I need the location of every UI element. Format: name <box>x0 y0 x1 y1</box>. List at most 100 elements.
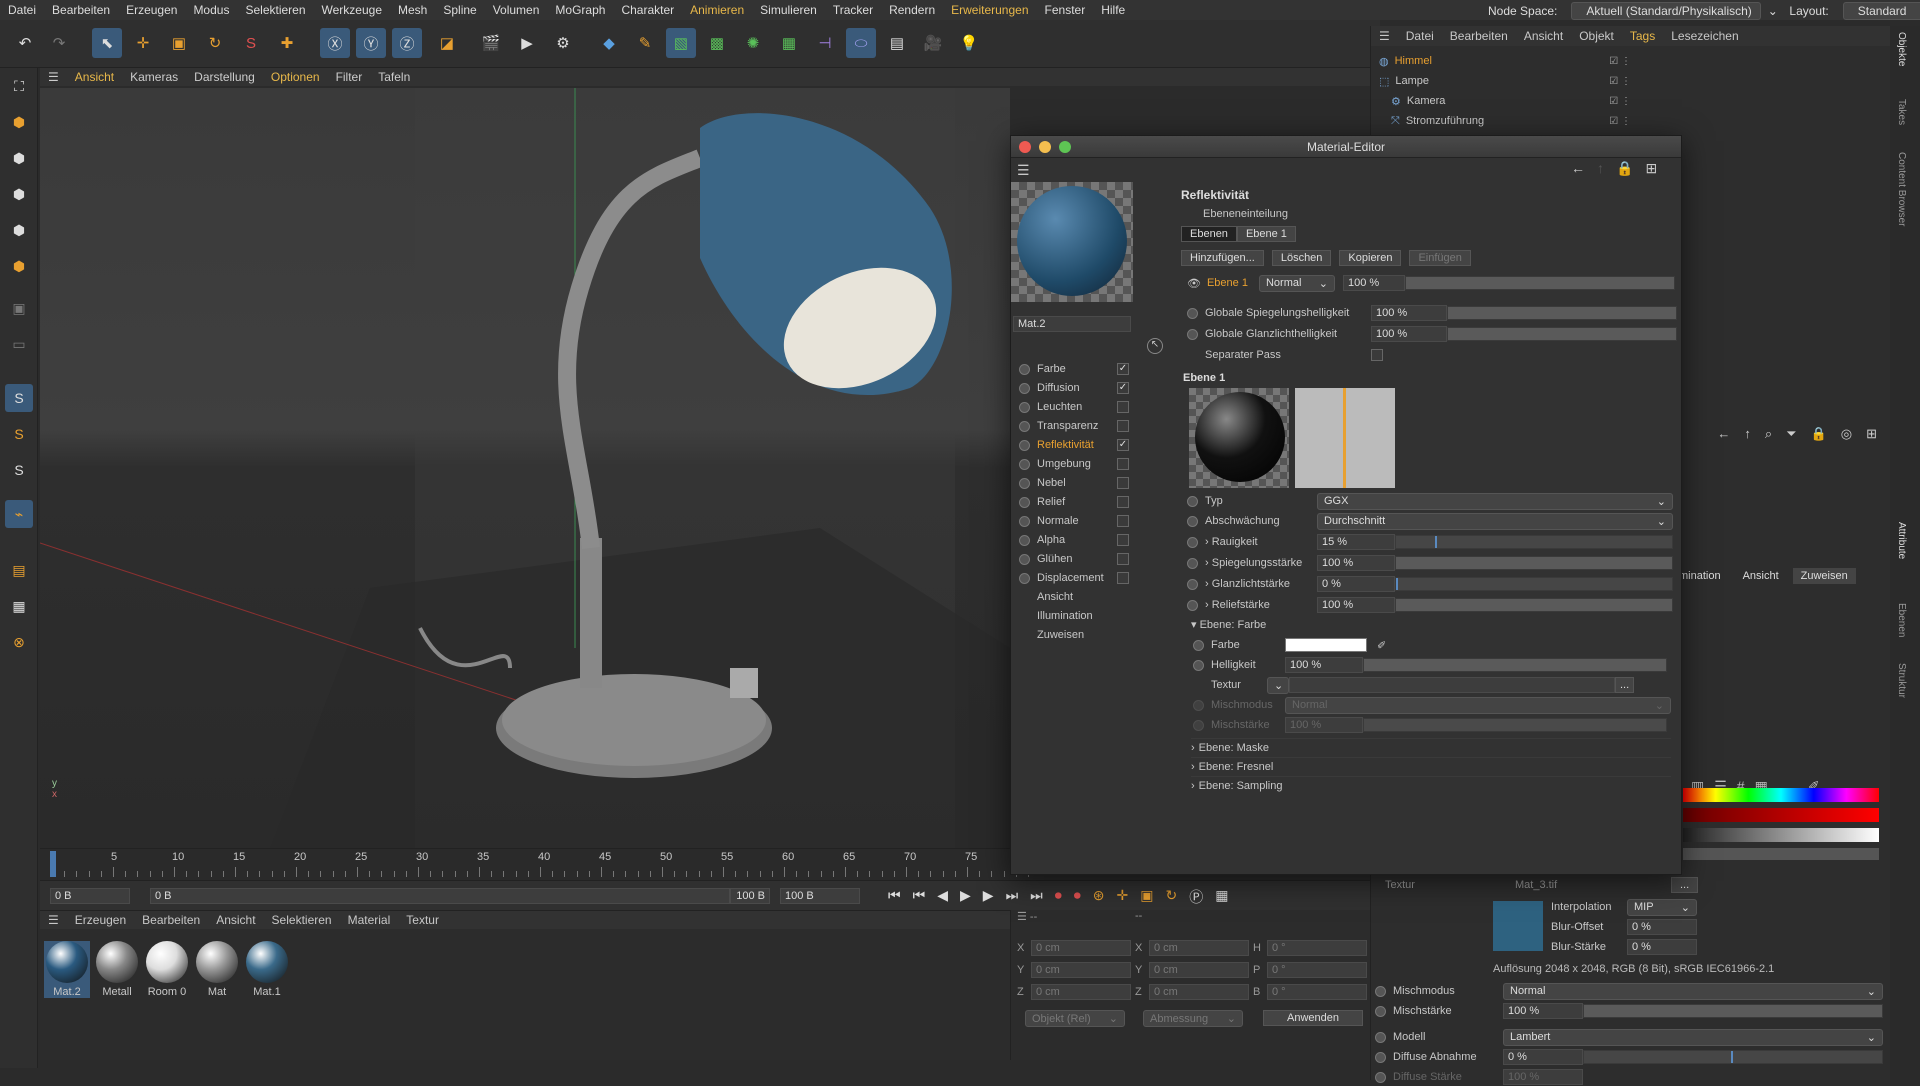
object-menu-objekt[interactable]: Objekt <box>1571 29 1622 43</box>
scale-tool-icon[interactable]: ▣ <box>164 28 194 58</box>
next-key-icon[interactable]: ⏭ <box>1006 887 1019 907</box>
menu-item-charakter[interactable]: Charakter <box>613 3 682 17</box>
menu-item-hilfe[interactable]: Hilfe <box>1093 3 1133 17</box>
vertical-tab-4[interactable]: Ebenen <box>1896 603 1907 637</box>
magnet-icon[interactable]: ⌁ <box>5 500 33 528</box>
channel-alpha[interactable]: Alpha <box>1019 531 1129 549</box>
channel-checkbox[interactable]: ✓ <box>1117 439 1129 451</box>
coord-mode-dropdown[interactable]: Objekt (Rel) ⌄ <box>1025 1010 1125 1027</box>
glob-gloss-field[interactable]: 100 % <box>1371 326 1447 342</box>
editor-menu-icon[interactable]: ☰ <box>1017 162 1030 179</box>
channel-umgebung[interactable]: Umgebung <box>1019 455 1129 473</box>
texture-mode-icon[interactable]: ⬢ <box>5 144 33 172</box>
uv-mode-icon[interactable]: ▣ <box>5 294 33 322</box>
channel-radio[interactable] <box>1019 515 1030 527</box>
sep-pass-checkbox[interactable] <box>1371 349 1383 361</box>
render-settings-icon[interactable]: ⚙ <box>548 28 578 58</box>
model-mode-icon[interactable]: ⬢ <box>5 108 33 136</box>
3d-viewport[interactable]: yx <box>40 88 1010 848</box>
modell-radio[interactable] <box>1375 1031 1386 1043</box>
vertical-tab-5[interactable]: Struktur <box>1896 663 1907 698</box>
channel-diffusion[interactable]: Diffusion ✓ <box>1019 379 1129 397</box>
object-row[interactable]: ⤧ Stromzuführung ☑ ⋮ <box>1391 112 1631 130</box>
target-icon[interactable]: ◎ <box>1841 426 1852 446</box>
red-bar[interactable] <box>1683 808 1879 822</box>
cloner-icon[interactable]: ✺ <box>738 28 768 58</box>
size-y-field[interactable]: 0 cm <box>1149 962 1249 978</box>
menu-item-modus[interactable]: Modus <box>185 3 237 17</box>
channel-normale[interactable]: Normale <box>1019 512 1129 530</box>
channel-reflektivität[interactable]: Reflektivität ✓ <box>1019 436 1129 454</box>
size-z-field[interactable]: 0 cm <box>1149 984 1249 1000</box>
go-start-icon[interactable]: ⏮ <box>888 887 901 907</box>
material-menu-erzeugen[interactable]: Erzeugen <box>67 913 134 927</box>
mischst-field[interactable]: 100 % <box>1285 717 1363 733</box>
channel-radio[interactable] <box>1019 401 1030 413</box>
channel-radio[interactable] <box>1019 534 1030 546</box>
viewport-menu-darstellung[interactable]: Darstellung <box>186 70 263 84</box>
object-row[interactable]: ⚙ Kamera ☑ ⋮ <box>1391 92 1631 110</box>
channel-displacement[interactable]: Displacement <box>1019 569 1129 587</box>
up-arrow-icon[interactable]: ↑ <box>1597 160 1604 177</box>
channel-radio[interactable] <box>1019 496 1030 508</box>
hue-bar[interactable] <box>1683 788 1879 802</box>
z-axis-icon[interactable]: Ⓩ <box>392 28 422 58</box>
next-frame-icon[interactable]: ▶ <box>983 887 994 907</box>
rot-p-field[interactable]: 0 ° <box>1267 962 1367 978</box>
lock-icon[interactable]: 🔒 <box>1811 426 1827 446</box>
channel-nebel[interactable]: Nebel <box>1019 474 1129 492</box>
start-frame-field[interactable]: 0 B <box>50 888 130 904</box>
rough-radio[interactable] <box>1187 536 1198 548</box>
editor-nav-ansicht[interactable]: Ansicht <box>1037 588 1147 606</box>
color-swatch[interactable] <box>1285 638 1367 652</box>
current-frame-field[interactable]: 0 B <box>150 888 730 904</box>
visibility-icon[interactable]: ☑ ⋮ <box>1609 56 1631 67</box>
attr-mischst-slider[interactable] <box>1583 1004 1883 1018</box>
pen-icon[interactable]: ✎ <box>630 28 660 58</box>
diffab-slider[interactable] <box>1583 1050 1883 1064</box>
coord-z-field[interactable]: 0 cm <box>1031 984 1131 1000</box>
workplane-icon[interactable]: ▭ <box>5 330 33 358</box>
material-menu-icon[interactable]: ☰ <box>40 913 67 927</box>
hell-field[interactable]: 100 % <box>1285 657 1363 673</box>
channel-checkbox[interactable] <box>1117 420 1129 432</box>
material-menu-bearbeiten[interactable]: Bearbeiten <box>134 913 208 927</box>
node-space-dropdown[interactable]: Aktuell (Standard/Physikalisch) ⌄ <box>1571 2 1778 20</box>
collapsed-section[interactable]: › Ebene: Maske <box>1191 738 1671 756</box>
material-1[interactable]: Metall <box>94 941 140 998</box>
rot-b-field[interactable]: 0 ° <box>1267 984 1367 1000</box>
attr-tab-2[interactable]: Zuweisen <box>1792 568 1856 584</box>
material-4[interactable]: Mat.1 <box>244 941 290 998</box>
channel-checkbox[interactable] <box>1117 477 1129 489</box>
gloss-field[interactable]: 0 % <box>1317 576 1395 592</box>
menu-item-datei[interactable]: Datei <box>0 3 44 17</box>
object-row[interactable]: ⬚ Lampe ☑ ⋮ <box>1379 72 1631 90</box>
material-menu-ansicht[interactable]: Ansicht <box>208 913 263 927</box>
lock-icon[interactable]: 🔒 <box>1616 160 1633 177</box>
vertical-tab-2[interactable]: Content Browser <box>1896 152 1907 226</box>
mischmodus-dropdown[interactable]: Normal ⌄ <box>1503 982 1883 1000</box>
channel-radio[interactable] <box>1019 458 1030 470</box>
gloss-radio[interactable] <box>1187 578 1198 590</box>
snap-settings-icon[interactable]: S <box>5 420 33 448</box>
record-icon[interactable]: ⏺ <box>1055 887 1062 907</box>
menu-item-bearbeiten[interactable]: Bearbeiten <box>44 3 118 17</box>
end-frame-field[interactable]: 100 B <box>730 888 770 904</box>
attr-tab-1[interactable]: Ansicht <box>1735 568 1787 584</box>
render-view-icon[interactable]: ▶ <box>512 28 542 58</box>
key-position-icon[interactable]: ✛ <box>1117 887 1129 907</box>
render-region-icon[interactable]: 🎬 <box>476 28 506 58</box>
material-preview[interactable] <box>1011 182 1133 302</box>
mischst-radio-editor[interactable] <box>1193 719 1204 731</box>
coord-x-field[interactable]: 0 cm <box>1031 940 1131 956</box>
pick-icon[interactable]: ↖ <box>1147 338 1163 354</box>
menu-item-spline[interactable]: Spline <box>435 3 484 17</box>
misch-radio[interactable] <box>1193 699 1204 711</box>
apply-button[interactable]: Anwenden <box>1263 1010 1363 1026</box>
rough-slider[interactable] <box>1395 535 1673 549</box>
channel-radio[interactable] <box>1019 553 1030 565</box>
coord-y-field[interactable]: 0 cm <box>1031 962 1131 978</box>
back-arrow-icon[interactable]: ← <box>1571 160 1585 177</box>
play-icon[interactable]: ▶ <box>960 887 971 907</box>
visibility-icon[interactable]: ☑ ⋮ <box>1609 96 1631 107</box>
